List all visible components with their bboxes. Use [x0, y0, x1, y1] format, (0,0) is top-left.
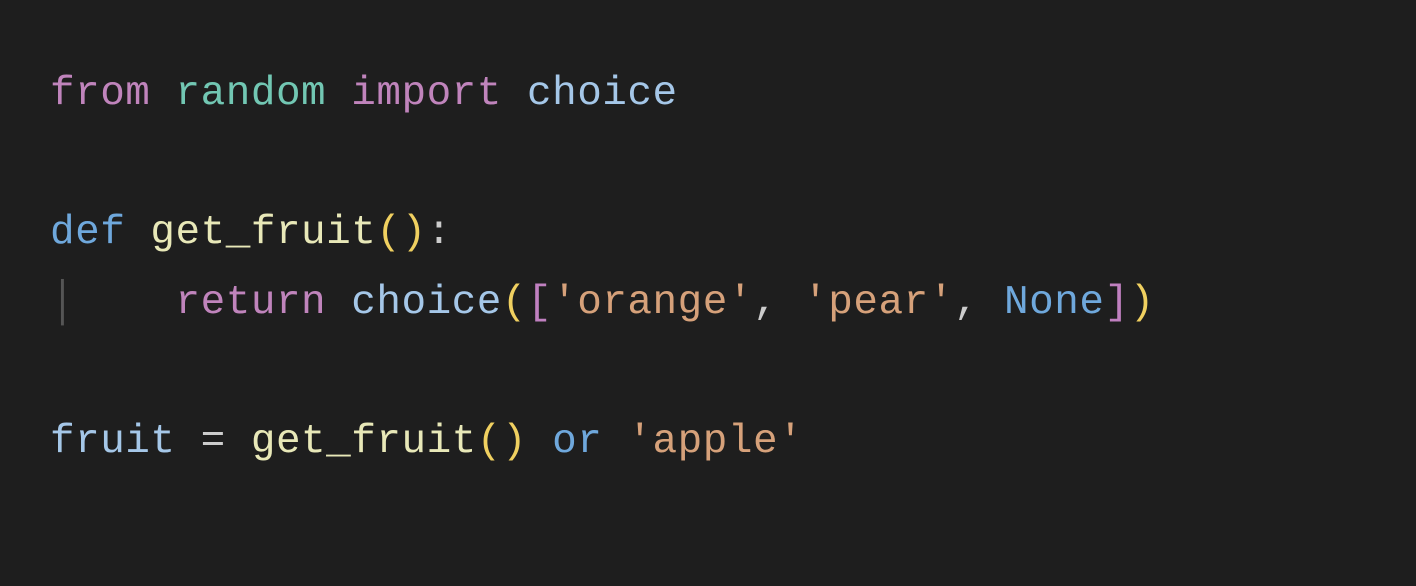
string-literal: pear	[828, 280, 928, 326]
string-quote: '	[627, 419, 652, 465]
space	[979, 280, 1004, 326]
assign: =	[176, 419, 251, 465]
call-name: get_fruit	[251, 419, 477, 465]
string-quote: '	[728, 280, 753, 326]
constant-none: None	[1004, 280, 1104, 326]
colon: :	[427, 210, 452, 256]
code-line-3: def get_fruit():	[50, 210, 452, 256]
bracket-open: [	[527, 280, 552, 326]
comma: ,	[954, 280, 979, 326]
space	[527, 419, 552, 465]
string-quote: '	[803, 280, 828, 326]
code-line-4: │ return choice(['orange', 'pear', None]…	[50, 280, 1155, 326]
code-line-6: fruit = get_fruit() or 'apple'	[50, 419, 803, 465]
string-quote: '	[929, 280, 954, 326]
paren-open: (	[477, 419, 502, 465]
code-line-1: from random import choice	[50, 71, 678, 117]
paren-close: )	[1130, 280, 1155, 326]
keyword-def: def	[50, 210, 125, 256]
keyword-from: from	[50, 71, 150, 117]
paren-close: )	[502, 419, 527, 465]
space	[602, 419, 627, 465]
call-name: choice	[351, 280, 502, 326]
paren-open: (	[376, 210, 401, 256]
code-block: from random import choice def get_fruit(…	[0, 0, 1416, 538]
indent	[75, 280, 175, 326]
paren-close: )	[401, 210, 426, 256]
paren-open: (	[502, 280, 527, 326]
module-name: random	[176, 71, 327, 117]
string-literal: apple	[653, 419, 779, 465]
string-quote: '	[778, 419, 803, 465]
variable-name: fruit	[50, 419, 176, 465]
indent-guide: │	[50, 280, 75, 326]
keyword-or: or	[552, 419, 602, 465]
bracket-close: ]	[1104, 280, 1129, 326]
comma: ,	[753, 280, 778, 326]
string-literal: orange	[577, 280, 728, 326]
imported-name: choice	[527, 71, 678, 117]
string-quote: '	[552, 280, 577, 326]
function-name: get_fruit	[150, 210, 376, 256]
keyword-return: return	[176, 280, 327, 326]
space	[778, 280, 803, 326]
keyword-import: import	[351, 71, 502, 117]
